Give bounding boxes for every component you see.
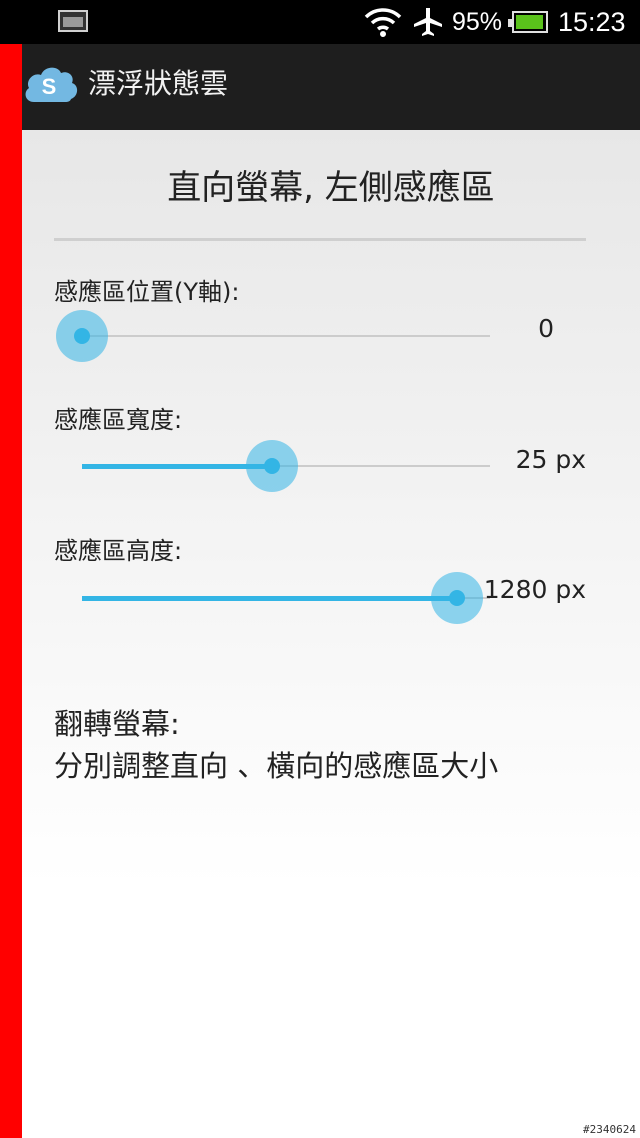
height-label: 感應區高度: — [54, 537, 183, 565]
clock: 15:23 — [558, 7, 626, 37]
slider-track-fill — [82, 464, 272, 469]
height-slider[interactable] — [82, 568, 490, 628]
title-divider — [54, 238, 586, 241]
app-title: 漂浮狀態雲 — [88, 67, 229, 100]
position-y-slider[interactable] — [56, 306, 490, 366]
notification-icon — [58, 10, 88, 32]
rotate-note-text: 分別調整直向 、橫向的感應區大小 — [54, 749, 499, 783]
width-label: 感應區寬度: — [54, 406, 183, 434]
app-icon-letter: S — [42, 74, 57, 99]
rotate-note-heading: 翻轉螢幕: — [54, 707, 180, 741]
slider-thumb[interactable] — [56, 310, 108, 362]
width-value: 25 px — [515, 445, 586, 474]
action-bar: S 漂浮狀態雲 — [0, 44, 640, 132]
battery-level-fill — [516, 15, 543, 29]
position-y-label: 感應區位置(Y軸): — [54, 278, 240, 306]
height-value: 1280 px — [483, 575, 586, 604]
width-slider[interactable] — [82, 436, 490, 496]
slider-thumb-dot — [449, 590, 466, 606]
page-title: 直向螢幕, 左側感應區 — [167, 168, 495, 208]
watermark: #2340624 — [583, 1123, 636, 1136]
slider-thumb[interactable] — [245, 440, 298, 492]
slider-thumb-dot — [263, 458, 280, 474]
status-bar: 95% 15:23 — [0, 0, 640, 44]
slider-track — [82, 335, 490, 337]
slider-thumb[interactable] — [431, 572, 484, 624]
sensing-area-strip — [0, 44, 22, 1138]
battery-icon — [508, 11, 548, 33]
wifi-icon — [364, 8, 402, 37]
position-y-value: 0 — [538, 314, 554, 343]
slider-thumb-dot — [74, 328, 90, 344]
cloud-app-icon: S — [25, 67, 78, 102]
airplane-mode-icon — [414, 8, 442, 36]
settings-panel: 直向螢幕, 左側感應區 感應區位置(Y軸): 0 感應區寬度: 25 px 感應… — [22, 130, 640, 1138]
slider-track-fill — [82, 596, 458, 601]
battery-percent: 95% — [452, 8, 503, 36]
